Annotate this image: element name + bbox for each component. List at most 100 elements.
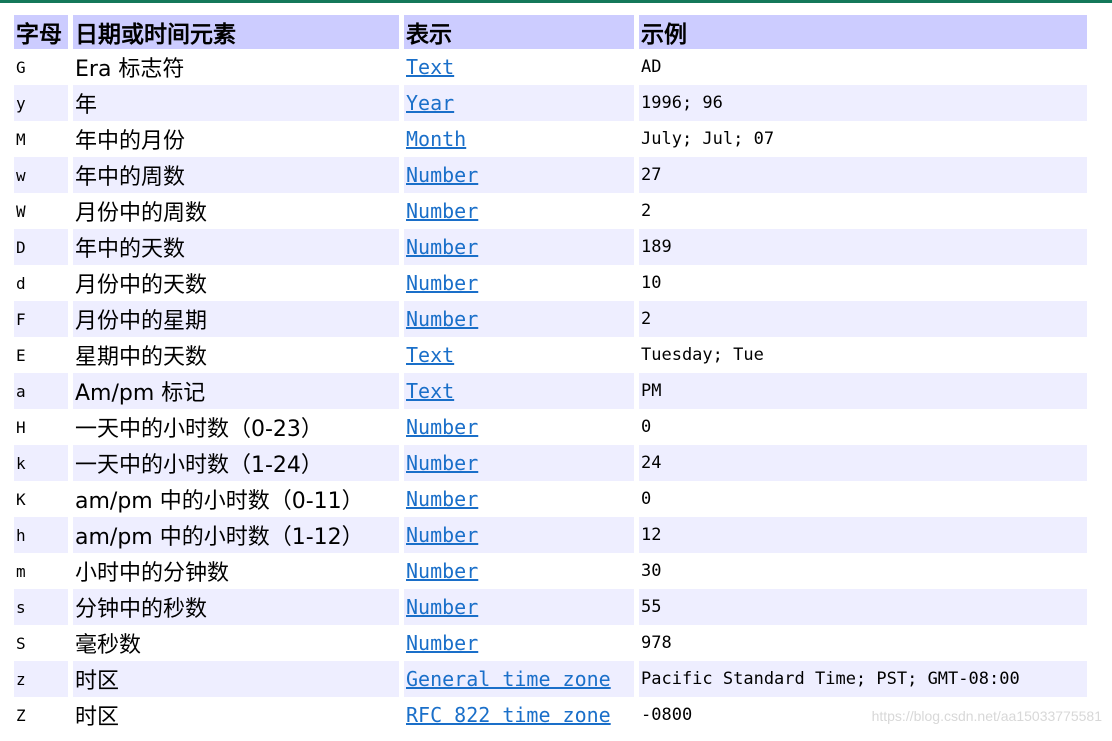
example-value: 2: [641, 201, 652, 221]
date-time-element: am/pm 中的小时数（0-11）: [75, 489, 364, 514]
table-row: E 星期中的天数 Text Tuesday; Tue: [14, 337, 1087, 373]
pattern-letter: D: [14, 229, 68, 265]
pattern-letter: W: [16, 201, 26, 221]
table-row: h am/pm 中的小时数（1-12） Number 12: [14, 517, 1087, 553]
table-row: d 月份中的天数 Number 10: [14, 265, 1087, 301]
pattern-letter: z: [14, 661, 68, 697]
pattern-letter: K: [16, 489, 26, 509]
presentation-link[interactable]: Year: [406, 91, 454, 115]
example-value: 27: [639, 157, 1087, 193]
table-body: G Era 标志符 Text AD y 年 Year 1996; 96 M 年中的月份 Month J…: [14, 49, 1087, 733]
presentation-link[interactable]: Number: [406, 235, 478, 259]
presentation-link[interactable]: Number: [406, 451, 478, 475]
example-value: 55: [639, 589, 1087, 625]
example-value: PM: [639, 373, 1087, 409]
presentation-link[interactable]: Number: [406, 559, 478, 583]
date-time-element: Am/pm 标记: [73, 373, 399, 409]
presentation-link[interactable]: Month: [406, 127, 466, 151]
presentation-cell: Month: [404, 121, 634, 157]
presentation-cell: Number: [404, 625, 634, 661]
example-value: 24: [639, 445, 1087, 481]
pattern-letter: s: [14, 589, 68, 625]
table-row: m 小时中的分钟数 Number 30: [14, 553, 1087, 589]
presentation-cell: Number: [404, 229, 634, 265]
date-time-element: 一天中的小时数（1-24）: [73, 445, 399, 481]
presentation-link[interactable]: RFC 822 time zone: [406, 703, 611, 727]
pattern-letter: m: [16, 561, 26, 581]
presentation-cell: Number: [404, 193, 634, 229]
pattern-letter: w: [14, 157, 68, 193]
presentation-link[interactable]: Number: [406, 415, 478, 439]
pattern-letter: M: [16, 129, 26, 149]
table-row: D 年中的天数 Number 189: [14, 229, 1087, 265]
presentation-link[interactable]: Number: [406, 487, 478, 511]
presentation-cell: Number: [404, 481, 634, 517]
presentation-cell: Number: [404, 517, 634, 553]
presentation-link[interactable]: Number: [406, 163, 478, 187]
page: 字母 日期或时间元素 表示 示例 G Era 标志符 Text AD y 年 Year 199…: [0, 0, 1112, 741]
table-row: y 年 Year 1996; 96: [14, 85, 1087, 121]
table-row: z 时区 General time zone Pacific Standard Tim…: [14, 661, 1087, 697]
pattern-letter: Z: [16, 705, 26, 725]
table-row: a Am/pm 标记 Text PM: [14, 373, 1087, 409]
example-value: 0: [641, 417, 652, 437]
presentation-cell: Number: [404, 445, 634, 481]
date-time-element: 年中的天数: [73, 229, 399, 265]
table-row: H 一天中的小时数（0-23） Number 0: [14, 409, 1087, 445]
presentation-link[interactable]: Number: [406, 523, 478, 547]
presentation-link[interactable]: Number: [406, 199, 478, 223]
presentation-cell: Number: [404, 157, 634, 193]
table-row: G Era 标志符 Text AD: [14, 49, 1087, 85]
presentation-link[interactable]: Number: [406, 631, 478, 655]
presentation-cell: Number: [404, 589, 634, 625]
date-time-element: 星期中的天数: [75, 345, 208, 370]
example-value: AD: [641, 57, 662, 77]
presentation-cell: Text: [404, 337, 634, 373]
date-time-element: 毫秒数: [75, 633, 142, 658]
pattern-letter: k: [14, 445, 68, 481]
pattern-letter: S: [16, 633, 26, 653]
date-time-element: 一天中的小时数（0-23）: [75, 417, 323, 442]
date-time-element: Era 标志符: [75, 57, 185, 82]
table-row: W 月份中的周数 Number 2: [14, 193, 1087, 229]
presentation-link[interactable]: Number: [406, 307, 478, 331]
presentation-cell: Number: [404, 301, 634, 337]
date-time-element: 时区: [75, 705, 120, 730]
date-time-element: 月份中的周数: [75, 201, 208, 226]
pattern-letter: G: [16, 57, 26, 77]
pattern-letter: h: [14, 517, 68, 553]
date-time-element: 时区: [73, 661, 399, 697]
date-time-element: 分钟中的秒数: [73, 589, 399, 625]
presentation-cell: Number: [404, 553, 634, 589]
date-format-table: 字母 日期或时间元素 表示 示例 G Era 标志符 Text AD y 年 Year 199…: [9, 15, 1092, 733]
presentation-cell: Number: [404, 265, 634, 301]
date-time-element: 年中的周数: [73, 157, 399, 193]
presentation-link[interactable]: Text: [406, 55, 454, 79]
date-time-element: am/pm 中的小时数（1-12）: [73, 517, 399, 553]
presentation-cell: Text: [404, 49, 634, 85]
table-row: Kam/pm 中的小时数（0-11） Number 0: [14, 481, 1087, 517]
table-row: w 年中的周数 Number 27: [14, 157, 1087, 193]
header-example: 示例: [639, 15, 1087, 49]
table-row: s 分钟中的秒数 Number 55: [14, 589, 1087, 625]
presentation-cell: Number: [404, 409, 634, 445]
pattern-letter: F: [14, 301, 68, 337]
presentation-link[interactable]: Text: [406, 343, 454, 367]
table-row: M 年中的月份 Month July; Jul; 07: [14, 121, 1087, 157]
presentation-cell: RFC 822 time zone: [404, 697, 634, 733]
example-value: Pacific Standard Time; PST; GMT-08:00: [639, 661, 1087, 697]
top-divider: [0, 0, 1112, 3]
example-value: 30: [641, 561, 662, 581]
presentation-cell: Year: [404, 85, 634, 121]
table-row: F 月份中的星期 Number 2: [14, 301, 1087, 337]
table-row: S 毫秒数 Number 978: [14, 625, 1087, 661]
example-value: Tuesday; Tue: [641, 345, 764, 365]
presentation-link[interactable]: Text: [406, 379, 454, 403]
presentation-link[interactable]: General time zone: [406, 667, 611, 691]
date-time-element: 月份中的星期: [73, 301, 399, 337]
header-element: 日期或时间元素: [73, 15, 399, 49]
presentation-link[interactable]: Number: [406, 271, 478, 295]
header-row: 字母 日期或时间元素 表示 示例: [14, 15, 1087, 49]
presentation-link[interactable]: Number: [406, 595, 478, 619]
watermark: https://blog.csdn.net/aa15033775581: [871, 708, 1102, 724]
